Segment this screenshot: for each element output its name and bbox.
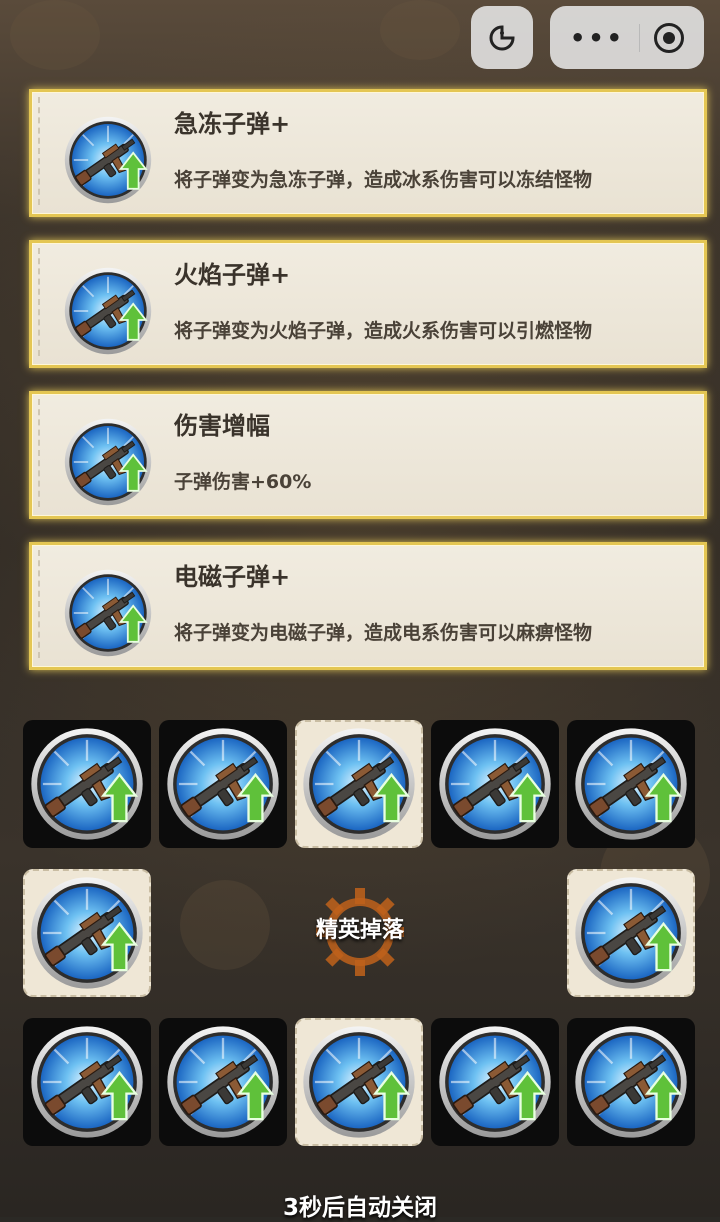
capsule-bar: •••	[550, 6, 704, 69]
rifle-upgrade-icon	[302, 1025, 416, 1139]
reward-slot[interactable]	[23, 1018, 151, 1146]
reward-slot[interactable]	[567, 1018, 695, 1146]
card-edge-decoration	[38, 248, 48, 356]
rifle-upgrade-icon	[574, 727, 688, 841]
capsule-divider	[639, 23, 641, 52]
rifle-upgrade-icon	[574, 1025, 688, 1139]
close-target-icon[interactable]	[654, 22, 685, 53]
reward-slot[interactable]	[431, 720, 559, 848]
upgrade-title: 伤害增幅	[174, 412, 270, 440]
rifle-upgrade-icon	[63, 417, 153, 507]
rifle-upgrade-icon	[438, 1025, 552, 1139]
pacman-icon	[489, 24, 515, 50]
rifle-upgrade-icon	[63, 115, 153, 205]
rifle-upgrade-icon	[63, 266, 153, 356]
reward-slot-highlighted[interactable]	[295, 720, 423, 848]
reward-slot[interactable]	[23, 720, 151, 848]
upgrade-description: 将子弹变为电磁子弹，造成电系伤害可以麻痹怪物	[174, 622, 593, 644]
upgrade-card-frost[interactable]: 急冻子弹+ 将子弹变为急冻子弹，造成冰系伤害可以冻结怪物	[29, 89, 707, 217]
rifle-upgrade-icon	[574, 876, 688, 990]
reward-slot[interactable]	[567, 720, 695, 848]
card-edge-decoration	[38, 550, 48, 658]
upgrade-description: 将子弹变为火焰子弹，造成火系伤害可以引燃怪物	[174, 320, 593, 342]
card-edge-decoration	[38, 399, 48, 507]
reward-slot[interactable]	[159, 720, 287, 848]
upgrade-title: 火焰子弹+	[174, 261, 291, 289]
game-menu-button[interactable]	[471, 6, 533, 69]
rifle-upgrade-icon	[30, 1025, 144, 1139]
reward-slot-highlighted[interactable]	[295, 1018, 423, 1146]
upgrade-card-fire[interactable]: 火焰子弹+ 将子弹变为火焰子弹，造成火系伤害可以引燃怪物	[29, 240, 707, 368]
upgrade-card-damage[interactable]: 伤害增幅 子弹伤害+60%	[29, 391, 707, 519]
rifle-upgrade-icon	[438, 727, 552, 841]
upgrade-card-electro[interactable]: 电磁子弹+ 将子弹变为电磁子弹，造成电系伤害可以麻痹怪物	[29, 542, 707, 670]
upgrade-title: 电磁子弹+	[174, 563, 291, 591]
upgrade-title: 急冻子弹+	[174, 110, 291, 138]
rifle-upgrade-icon	[302, 727, 416, 841]
more-dots-icon[interactable]: •••	[570, 26, 625, 50]
background-emblem	[380, 0, 460, 60]
background-emblem	[10, 0, 100, 70]
reward-slot-highlighted[interactable]	[567, 869, 695, 997]
rifle-upgrade-icon	[63, 568, 153, 658]
reward-slot[interactable]	[159, 1018, 287, 1146]
rifle-upgrade-icon	[166, 727, 280, 841]
rifle-upgrade-icon	[30, 727, 144, 841]
card-edge-decoration	[38, 97, 48, 205]
upgrade-description: 将子弹变为急冻子弹，造成冰系伤害可以冻结怪物	[174, 169, 593, 191]
rifle-upgrade-icon	[166, 1025, 280, 1139]
reward-slot[interactable]	[431, 1018, 559, 1146]
upgrade-description: 子弹伤害+60%	[174, 471, 312, 493]
